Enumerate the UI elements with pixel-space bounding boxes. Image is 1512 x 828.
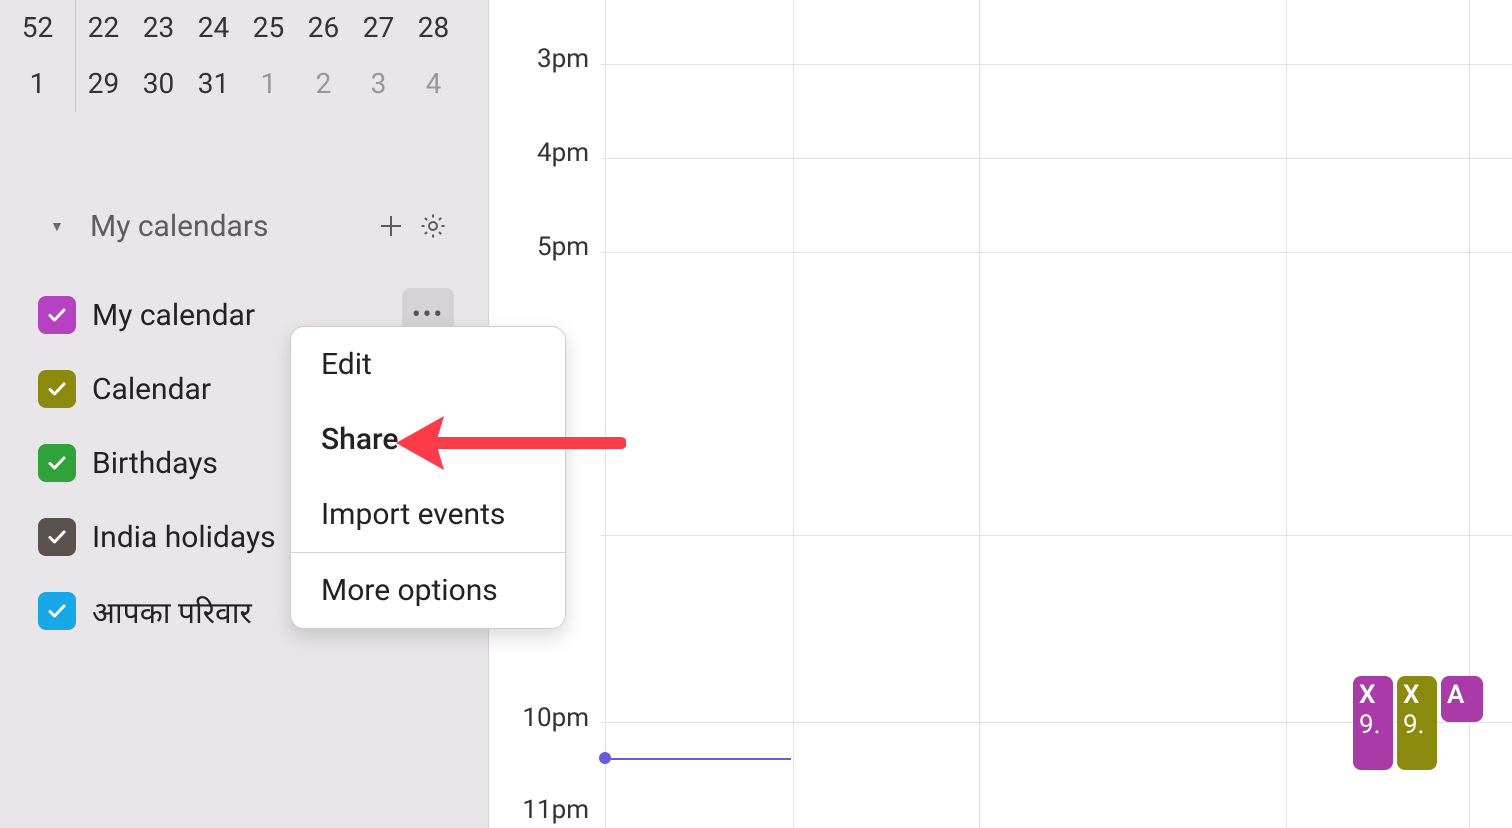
event-title: X (1359, 680, 1387, 710)
calendar-event[interactable]: A (1441, 676, 1483, 722)
calendar-settings-button[interactable] (412, 205, 454, 247)
calendar-context-menu: Edit Share Import events More options (290, 326, 566, 629)
grid-row (601, 535, 1512, 536)
mini-calendar-week: 52 (0, 0, 76, 56)
mini-calendar-row: 52 22 23 24 25 26 27 28 (0, 0, 488, 56)
time-label: 3pm (537, 44, 589, 74)
context-menu-edit[interactable]: Edit (291, 327, 565, 402)
event-title: X (1403, 680, 1431, 710)
time-label: 5pm (537, 232, 589, 262)
grid-column (1286, 0, 1287, 828)
mini-calendar-day[interactable]: 28 (406, 0, 461, 56)
mini-calendar-day[interactable]: 30 (131, 56, 186, 112)
mini-calendar-day[interactable]: 1 (241, 56, 296, 112)
time-label: 10pm (522, 703, 589, 733)
chevron-down-icon[interactable]: ▼ (50, 218, 72, 235)
grid-column (793, 0, 794, 828)
grid-column (979, 0, 980, 828)
mini-calendar-day[interactable]: 3 (351, 56, 406, 112)
mini-calendar-day[interactable]: 4 (406, 56, 461, 112)
my-calendars-title: My calendars (90, 209, 370, 244)
mini-calendar-day[interactable]: 2 (296, 56, 351, 112)
add-calendar-button[interactable] (370, 205, 412, 247)
current-time-line (601, 758, 791, 760)
context-menu-share[interactable]: Share (291, 402, 565, 477)
mini-calendar-day[interactable]: 26 (296, 0, 351, 56)
calendar-checkbox[interactable] (38, 444, 76, 482)
mini-calendar-day[interactable]: 31 (186, 56, 241, 112)
calendar-checkbox[interactable] (38, 592, 76, 630)
mini-calendar-day[interactable]: 24 (186, 0, 241, 56)
event-time: 9. (1359, 710, 1387, 740)
current-time-dot (599, 752, 611, 764)
time-label: 11pm (522, 795, 589, 825)
mini-calendar-row: 1 29 30 31 1 2 3 4 (0, 56, 488, 112)
app-root: 52 22 23 24 25 26 27 28 1 29 30 31 1 2 3… (0, 0, 1512, 828)
mini-calendar-week: 1 (0, 56, 76, 112)
calendar-grid[interactable]: 3pm4pm5pm10pm11pm X9.X9.A (488, 0, 1512, 828)
my-calendars-header: ▼ My calendars (0, 202, 488, 250)
calendar-checkbox[interactable] (38, 370, 76, 408)
time-label: 4pm (537, 138, 589, 168)
event-time: 9. (1403, 710, 1431, 740)
calendar-checkbox[interactable] (38, 518, 76, 556)
grid-row (601, 158, 1512, 159)
grid-row (601, 252, 1512, 253)
mini-calendar-day[interactable]: 25 (241, 0, 296, 56)
calendar-checkbox[interactable] (38, 296, 76, 334)
mini-calendar-day[interactable]: 23 (131, 0, 186, 56)
context-menu-import-events[interactable]: Import events (291, 477, 565, 552)
grid-column (605, 0, 606, 828)
grid-row (601, 64, 1512, 65)
event-title: A (1447, 680, 1477, 710)
context-menu-more-options[interactable]: More options (291, 553, 565, 628)
calendar-event[interactable]: X9. (1397, 676, 1437, 770)
mini-calendar-day[interactable]: 22 (76, 0, 131, 56)
mini-calendar-day[interactable]: 27 (351, 0, 406, 56)
mini-calendar-day[interactable]: 29 (76, 56, 131, 112)
calendar-event[interactable]: X9. (1353, 676, 1393, 770)
